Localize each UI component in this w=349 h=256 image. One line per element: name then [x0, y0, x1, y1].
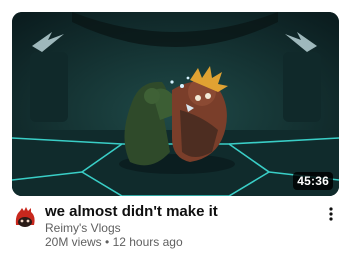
more-options-button[interactable]: [323, 205, 339, 223]
video-meta: we almost didn't make it Reimy's Vlogs 2…: [12, 203, 339, 253]
stats-separator: •: [105, 235, 110, 249]
channel-avatar[interactable]: [12, 205, 38, 231]
avatar-icon: [12, 205, 38, 231]
video-stats: 20M views • 12 hours ago: [45, 235, 183, 250]
vertical-ellipsis-icon: [329, 207, 333, 221]
duration-badge: 45:36: [293, 172, 333, 190]
video-title[interactable]: we almost didn't make it: [45, 203, 315, 221]
thumbnail-artwork: [12, 12, 339, 196]
channel-name[interactable]: Reimy's Vlogs: [45, 221, 121, 236]
upload-age: 12 hours ago: [112, 235, 183, 249]
video-thumbnail[interactable]: 45:36: [12, 12, 339, 196]
video-card[interactable]: 45:36 we almost didn't make it Reimy's V…: [0, 0, 349, 256]
view-count: 20M views: [45, 235, 102, 249]
